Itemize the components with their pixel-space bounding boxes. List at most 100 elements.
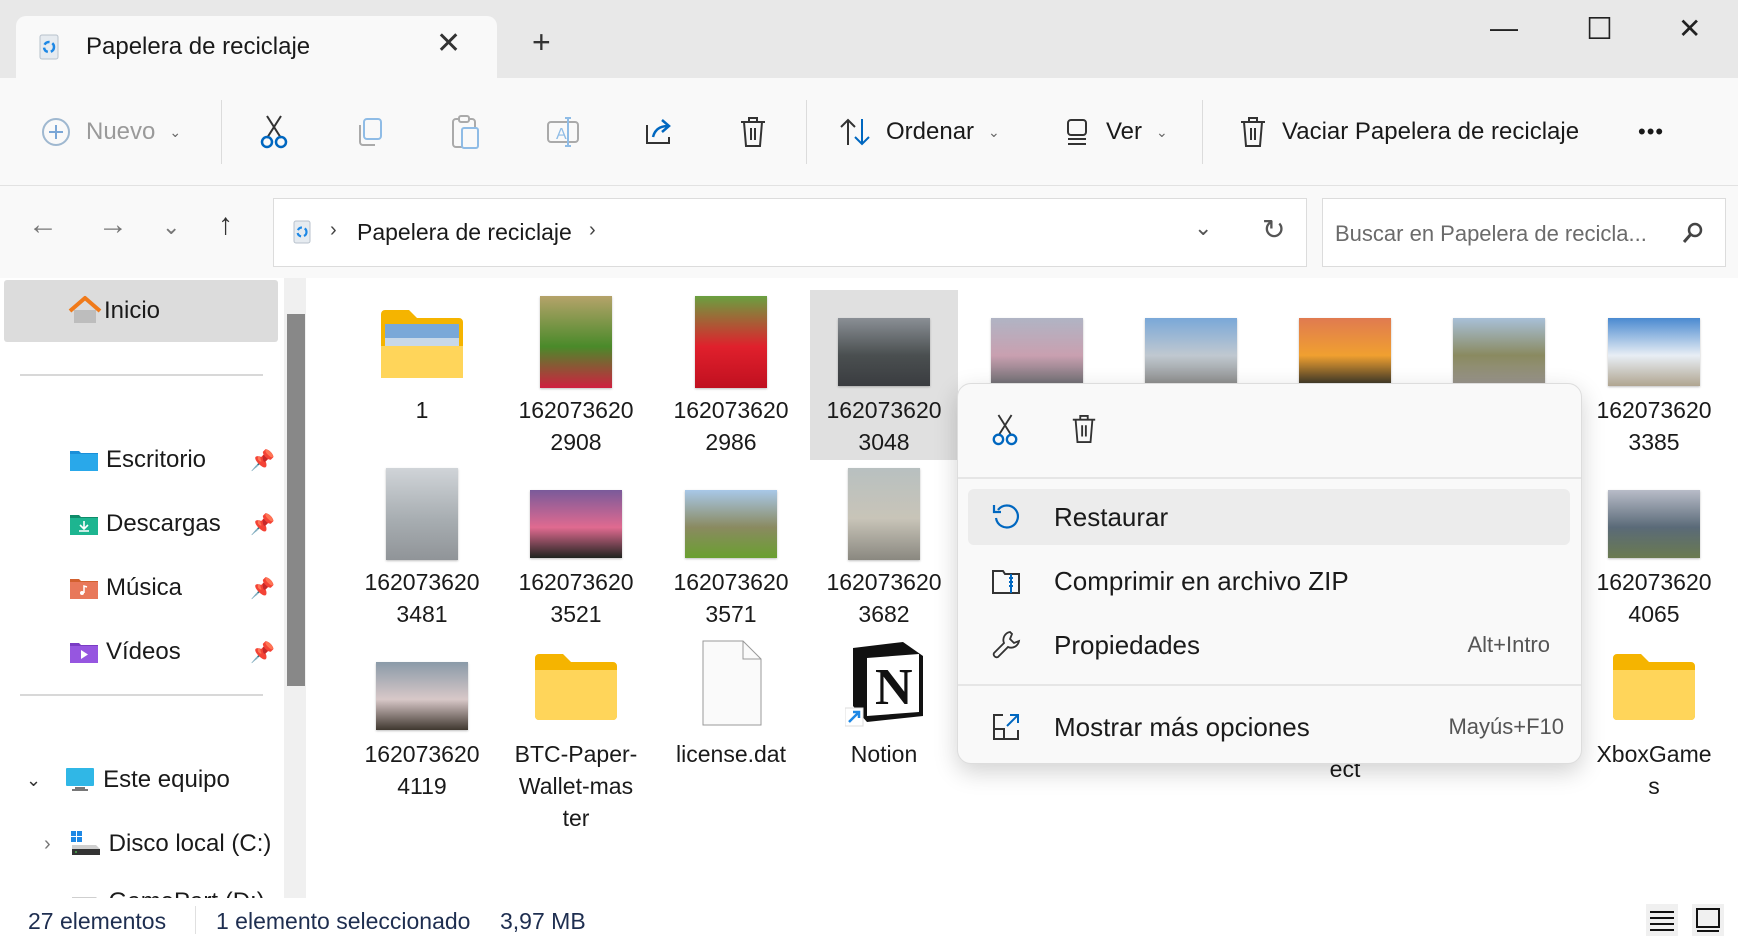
- trash-icon: [1241, 117, 1265, 147]
- details-view-button[interactable]: [1646, 904, 1678, 936]
- more-options-button[interactable]: •••: [1638, 78, 1664, 186]
- zip-folder-icon: [992, 570, 1020, 594]
- view-label: Ver: [1106, 118, 1143, 145]
- file-name: 3385: [1628, 429, 1680, 455]
- menu-item-properties[interactable]: Propiedades Alt+Intro: [968, 617, 1570, 673]
- file-item[interactable]: 162073620 3521: [501, 462, 651, 632]
- context-menu: Restaurar Comprimir en archivo ZIP Propi…: [957, 383, 1582, 764]
- svg-text:A: A: [556, 126, 567, 143]
- empty-recycle-bin-button[interactable]: Vaciar Papelera de reciclaje: [1238, 78, 1579, 186]
- file-item[interactable]: 162073620 3682: [809, 462, 959, 632]
- large-icons-view-button[interactable]: [1692, 904, 1724, 936]
- address-history-dropdown[interactable]: ⌄: [1194, 215, 1212, 241]
- file-item[interactable]: 162073620 3571: [656, 462, 806, 632]
- file-item[interactable]: 162073620 3385: [1579, 290, 1729, 460]
- photo-thumbnail: [530, 490, 622, 558]
- folder-icon: [533, 652, 619, 722]
- rename-button[interactable]: A: [546, 78, 580, 186]
- file-item[interactable]: BTC-Paper- Wallet-mas ter: [501, 634, 651, 831]
- window-close-button[interactable]: ✕: [1678, 12, 1701, 45]
- pin-icon[interactable]: 📌: [250, 576, 275, 601]
- file-item[interactable]: license.dat: [656, 634, 806, 804]
- file-item[interactable]: XboxGame s: [1579, 634, 1729, 804]
- file-name: 162073620: [364, 741, 480, 767]
- new-button[interactable]: Nuevo ⌄: [40, 78, 181, 186]
- copy-button[interactable]: [354, 78, 386, 186]
- delete-button[interactable]: [738, 78, 768, 186]
- file-item[interactable]: 1: [347, 290, 497, 460]
- file-item[interactable]: 162073620 3048: [809, 290, 959, 460]
- search-box[interactable]: Buscar en Papelera de recicla...: [1322, 198, 1726, 267]
- file-name: BTC-Paper-: [514, 741, 638, 767]
- menu-item-show-more-options[interactable]: Mostrar más opciones Mayús+F10: [968, 699, 1570, 755]
- minimize-button[interactable]: —: [1490, 12, 1518, 44]
- address-bar[interactable]: › Papelera de reciclaje › ⌄ ↻: [273, 198, 1307, 267]
- pin-icon[interactable]: 📌: [250, 640, 275, 665]
- photo-thumbnail: [848, 468, 920, 560]
- sort-button[interactable]: Ordenar ⌄: [838, 78, 1000, 186]
- recent-locations-button[interactable]: ⌄: [162, 214, 180, 240]
- pin-icon[interactable]: 📌: [250, 448, 275, 473]
- file-name: Wallet-mas: [518, 773, 634, 799]
- file-name: 2908: [550, 429, 602, 455]
- sort-label: Ordenar: [886, 118, 975, 145]
- refresh-button[interactable]: ↻: [1262, 213, 1285, 246]
- file-item[interactable]: 162073620 4119: [347, 634, 497, 804]
- recycle-bin-icon: [293, 220, 311, 244]
- cut-button[interactable]: [258, 78, 290, 186]
- up-button[interactable]: ↑: [218, 208, 233, 242]
- back-button[interactable]: ←: [28, 208, 58, 242]
- sidebar-scrollbar-thumb[interactable]: [287, 314, 305, 686]
- new-tab-button[interactable]: +: [532, 24, 551, 61]
- sidebar-item-downloads[interactable]: Descargas 📌: [0, 504, 280, 544]
- tab-close-button[interactable]: ✕: [436, 26, 461, 61]
- tab-recycle-bin[interactable]: Papelera de reciclaje ✕: [16, 16, 497, 78]
- file-item[interactable]: 162073620 2908: [501, 290, 651, 460]
- scissors-icon: [992, 414, 1018, 446]
- share-button[interactable]: [642, 78, 676, 186]
- windows-drive-icon: [70, 831, 100, 855]
- menu-item-compress-zip[interactable]: Comprimir en archivo ZIP: [968, 553, 1570, 609]
- tab-title: Papelera de reciclaje: [86, 33, 311, 60]
- context-cut-button[interactable]: [990, 412, 1020, 448]
- chevron-right-icon[interactable]: ›: [44, 833, 51, 856]
- breadcrumb-recycle-bin[interactable]: Papelera de reciclaje: [357, 219, 572, 246]
- menu-item-restore[interactable]: Restaurar: [968, 489, 1570, 545]
- file-name: XboxGame: [1596, 741, 1712, 767]
- file-item[interactable]: 162073620 3481: [347, 462, 497, 632]
- photo-thumbnail: [1608, 318, 1700, 386]
- file-item[interactable]: N Notion: [809, 634, 959, 804]
- search-input[interactable]: Buscar en Papelera de recicla...: [1335, 221, 1647, 247]
- sidebar-item-this-pc[interactable]: ⌄ Este equipo: [0, 760, 280, 800]
- pin-icon[interactable]: 📌: [250, 512, 275, 537]
- more-icon: •••: [1638, 119, 1665, 144]
- scissors-icon: [260, 115, 288, 149]
- forward-button[interactable]: →: [98, 208, 128, 242]
- view-button[interactable]: Ver ⌄: [1062, 78, 1168, 186]
- file-name: Notion: [850, 741, 918, 767]
- recycle-bin-icon: [39, 34, 59, 60]
- new-label: Nuevo: [86, 118, 156, 145]
- sidebar-item-desktop[interactable]: Escritorio 📌: [0, 440, 280, 480]
- chevron-down-icon[interactable]: ⌄: [26, 770, 41, 791]
- file-name: 162073620: [364, 569, 480, 595]
- file-name: license.dat: [676, 741, 786, 767]
- file-name: 162073620: [826, 569, 942, 595]
- file-item[interactable]: 162073620 4065: [1579, 462, 1729, 632]
- sidebar-item-music[interactable]: Música 📌: [0, 568, 280, 608]
- sidebar-home-label: Inicio: [104, 297, 161, 324]
- sidebar-item-drive-c[interactable]: › Disco local (C:): [0, 824, 280, 864]
- paste-button[interactable]: [450, 78, 482, 186]
- divider: [958, 477, 1581, 479]
- maximize-button[interactable]: ☐: [1586, 12, 1613, 47]
- context-delete-button[interactable]: [1070, 412, 1098, 446]
- file-item[interactable]: 162073620 2986: [656, 290, 806, 460]
- sidebar-item-videos[interactable]: Vídeos 📌: [0, 632, 280, 672]
- file-name: s: [1648, 773, 1660, 799]
- breadcrumb-separator-icon[interactable]: ›: [589, 219, 596, 242]
- sidebar-item-home[interactable]: Inicio: [4, 280, 278, 342]
- folder-icon: [1611, 652, 1697, 722]
- file-name: 162073620: [518, 397, 634, 423]
- tiles-view-icon: [1696, 908, 1720, 932]
- desktop-folder-icon: [70, 451, 98, 471]
